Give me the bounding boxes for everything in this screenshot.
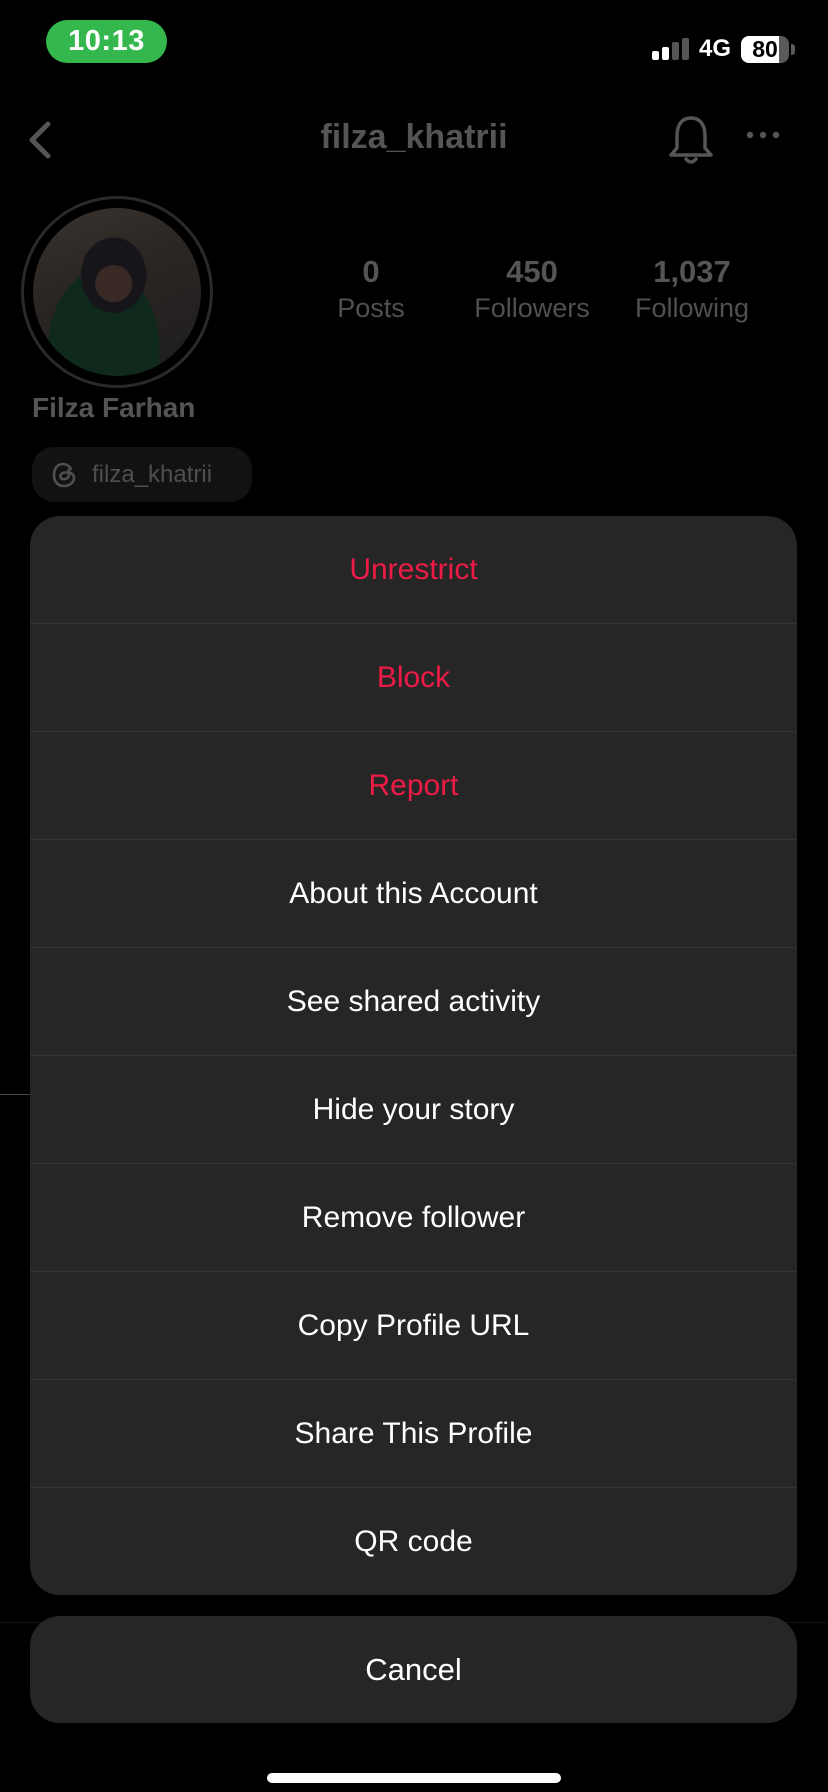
notifications-button[interactable] [666,114,716,166]
more-options-button[interactable] [744,128,784,140]
stat-value: 450 [506,254,558,289]
avatar[interactable] [33,208,201,376]
stat-value: 1,037 [653,254,731,289]
more-horizontal-icon [746,131,780,139]
stat-label: Posts [337,293,405,323]
see-shared-activity-button[interactable]: See shared activity [30,948,797,1056]
stat-value: 0 [362,254,380,289]
unrestrict-button[interactable]: Unrestrict [30,516,797,624]
report-button[interactable]: Report [30,732,797,840]
cancel-button[interactable]: Cancel [30,1616,797,1723]
stat-followers[interactable]: 450 Followers [457,254,607,326]
threads-icon [52,462,76,487]
network-type: 4G [699,35,732,62]
display-name: Filza Farhan [32,392,196,423]
home-indicator[interactable] [267,1773,561,1783]
copy-profile-url-button[interactable]: Copy Profile URL [30,1272,797,1380]
stat-posts[interactable]: 0 Posts [296,254,446,326]
battery-percent: 80 [752,36,778,62]
battery-icon: 80 [741,36,789,63]
threads-badge[interactable]: filza_khatrii [32,447,252,502]
about-account-button[interactable]: About this Account [30,840,797,948]
hide-story-button[interactable]: Hide your story [30,1056,797,1164]
battery-nub [791,44,795,55]
share-profile-button[interactable]: Share This Profile [30,1380,797,1488]
threads-username: filza_khatrii [92,460,213,488]
block-button[interactable]: Block [30,624,797,732]
status-time: 10:13 [46,20,167,63]
stat-label: Followers [474,293,590,323]
stat-following[interactable]: 1,037 Following [617,254,767,326]
stat-label: Following [634,293,750,323]
qr-code-button[interactable]: QR code [30,1488,797,1595]
bell-icon [669,116,713,164]
cellular-signal-icon [652,38,690,60]
remove-follower-button[interactable]: Remove follower [30,1164,797,1272]
action-sheet: Unrestrict Block Report About this Accou… [30,516,797,1595]
tab-divider [0,1094,30,1095]
